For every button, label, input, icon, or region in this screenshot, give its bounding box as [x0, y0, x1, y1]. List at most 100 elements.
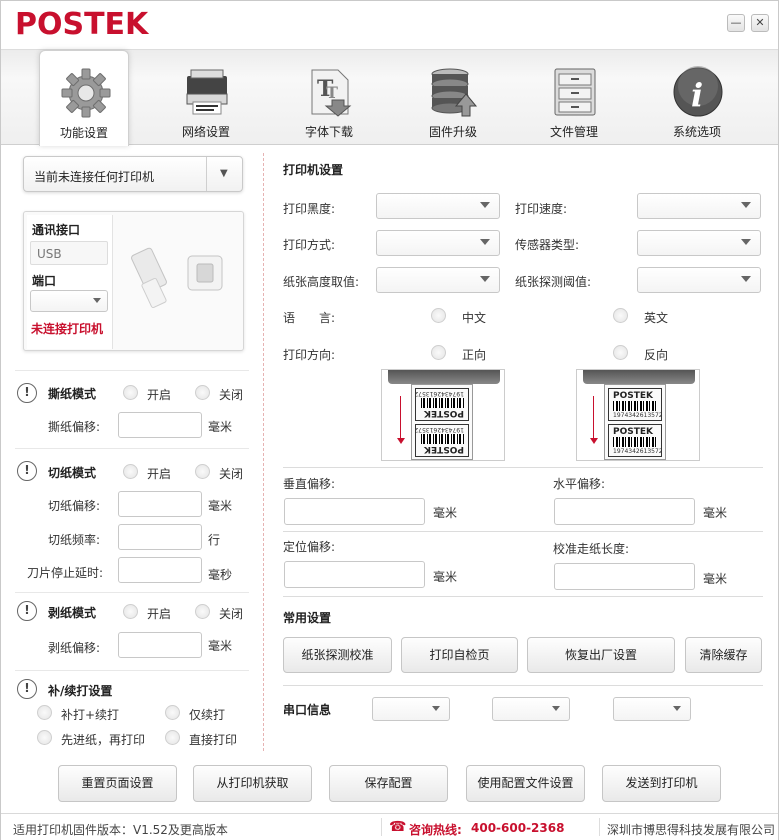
cut-offset-input[interactable] — [118, 491, 202, 517]
divider — [15, 592, 249, 593]
divider — [283, 531, 763, 532]
divider — [283, 685, 763, 686]
minimize-button[interactable]: — — [727, 14, 745, 32]
label-brand: POSTEK — [424, 408, 464, 418]
tear-off-radio[interactable] — [195, 385, 210, 400]
label-roll: POSTEK 1974342613572 POSTEK 197434261357… — [604, 384, 666, 460]
language-cn-radio[interactable] — [431, 308, 446, 323]
barcode — [420, 398, 464, 408]
direction-reverse-radio[interactable] — [613, 345, 628, 360]
chevron-down-icon — [480, 239, 490, 245]
tear-on-label: 开启 — [147, 388, 172, 402]
tab-system-options[interactable]: i 系统选项 — [652, 50, 742, 144]
paper-height-select[interactable] — [376, 267, 500, 293]
send-to-printer-button[interactable]: 发送到打印机 — [602, 765, 721, 802]
detect-threshold-select[interactable] — [637, 267, 761, 293]
chevron-down-icon — [741, 276, 751, 282]
label-brand: POSTEK — [613, 391, 653, 401]
barcode — [613, 401, 657, 411]
down-arrow-icon — [397, 438, 405, 444]
vertical-offset-label: 垂直偏移: — [283, 477, 336, 491]
peel-offset-label: 剥纸偏移: — [48, 641, 101, 655]
reprint-resume-label: 补打+续打 — [61, 708, 120, 722]
direct-print-label: 直接打印 — [189, 733, 238, 747]
vertical-offset-input[interactable] — [284, 498, 425, 525]
position-offset-input[interactable] — [284, 561, 425, 588]
printer-network-icon — [186, 69, 228, 115]
serial-info-label: 串口信息 — [283, 703, 332, 717]
darkness-select[interactable] — [376, 193, 500, 219]
direct-print-radio[interactable] — [165, 730, 180, 745]
printer-connection-dropdown[interactable]: 当前未连接任何打印机 ▼ — [23, 156, 243, 192]
port-select[interactable] — [30, 290, 108, 312]
direction-forward-radio[interactable] — [431, 345, 446, 360]
alert-icon: ! — [17, 461, 37, 481]
feed-arrow-line — [593, 396, 594, 440]
fetch-from-printer-button[interactable]: 从打印机获取 — [193, 765, 312, 802]
detect-threshold-label: 纸张探测阈值: — [515, 275, 592, 289]
tab-file-management[interactable]: 文件管理 — [529, 50, 619, 144]
save-config-button[interactable]: 保存配置 — [329, 765, 448, 802]
use-config-file-button[interactable]: 使用配置文件设置 — [466, 765, 585, 802]
peel-off-label: 关闭 — [219, 607, 244, 621]
language-label: 语 言: — [283, 311, 336, 325]
resume-only-radio[interactable] — [165, 705, 180, 720]
blade-delay-input[interactable] — [118, 557, 202, 583]
reprint-title: 补/续打设置 — [48, 684, 113, 698]
tab-label: 字体下载 — [304, 125, 353, 139]
feed-then-print-radio[interactable] — [37, 730, 52, 745]
tear-on-radio[interactable] — [123, 385, 138, 400]
cut-frequency-input[interactable] — [118, 524, 202, 550]
tear-offset-unit: 毫米 — [208, 420, 233, 434]
comm-interface-field[interactable]: USB — [30, 241, 108, 265]
paper-detect-calibrate-button[interactable]: 纸张探测校准 — [283, 637, 392, 673]
chevron-down-icon — [741, 239, 751, 245]
horizontal-offset-input[interactable] — [554, 498, 695, 525]
close-button[interactable]: ✕ — [751, 14, 769, 32]
print-self-test-button[interactable]: 打印自检页 — [401, 637, 518, 673]
chevron-down-icon — [552, 706, 560, 711]
alert-icon: ! — [17, 601, 37, 621]
forward-direction-preview[interactable]: POSTEK 1974342613572 POSTEK 197434261357… — [381, 369, 505, 461]
cut-on-radio[interactable] — [123, 464, 138, 479]
tab-label: 系统选项 — [672, 125, 721, 139]
peel-on-radio[interactable] — [123, 604, 138, 619]
resume-only-label: 仅续打 — [189, 708, 226, 722]
baud-rate-select[interactable] — [372, 697, 450, 721]
tab-font-download[interactable]: T T 字体下载 — [284, 50, 374, 144]
tab-network-settings[interactable]: 网络设置 — [161, 50, 251, 144]
peel-offset-input[interactable] — [118, 632, 202, 658]
position-offset-unit: 毫米 — [433, 570, 458, 584]
sensor-type-select[interactable] — [637, 230, 761, 256]
parity-select[interactable] — [613, 697, 691, 721]
port-settings: 通讯接口 USB 端口 未连接打印机 — [27, 215, 113, 349]
cut-on-label: 开启 — [147, 467, 172, 481]
tear-offset-input[interactable] — [118, 412, 202, 438]
tab-label: 文件管理 — [549, 125, 598, 139]
clear-cache-button[interactable]: 清除缓存 — [685, 637, 762, 673]
tab-function-settings[interactable]: 功能设置 — [39, 50, 129, 146]
peel-off-radio[interactable] — [195, 604, 210, 619]
print-method-select[interactable] — [376, 230, 500, 256]
tab-firmware-upgrade[interactable]: 固件升级 — [408, 50, 498, 144]
label-preview: POSTEK 1974342613572 — [608, 388, 663, 421]
font-download-icon: T T — [311, 69, 352, 117]
cut-off-radio[interactable] — [195, 464, 210, 479]
calibration-length-label: 校准走纸长度: — [553, 542, 630, 556]
reverse-direction-preview[interactable]: POSTEK 1974342613572 POSTEK 197434261357… — [576, 369, 700, 461]
connection-status: 未连接打印机 — [31, 322, 104, 336]
printer-head — [583, 370, 695, 384]
data-bits-select[interactable] — [492, 697, 570, 721]
reset-page-button[interactable]: 重置页面设置 — [58, 765, 177, 802]
hotline-number: 400-600-2368 — [471, 821, 565, 835]
sensor-type-label: 传感器类型: — [515, 238, 580, 252]
label-preview: POSTEK 1974342613572 — [414, 388, 469, 421]
calibration-length-input[interactable] — [554, 563, 695, 590]
panel-divider — [263, 153, 264, 751]
comm-interface-label: 通讯接口 — [32, 223, 81, 237]
speed-select[interactable] — [637, 193, 761, 219]
label-code: 1974342613572 — [613, 448, 663, 455]
reprint-resume-radio[interactable] — [37, 705, 52, 720]
language-en-radio[interactable] — [613, 308, 628, 323]
factory-reset-button[interactable]: 恢复出厂设置 — [527, 637, 675, 673]
